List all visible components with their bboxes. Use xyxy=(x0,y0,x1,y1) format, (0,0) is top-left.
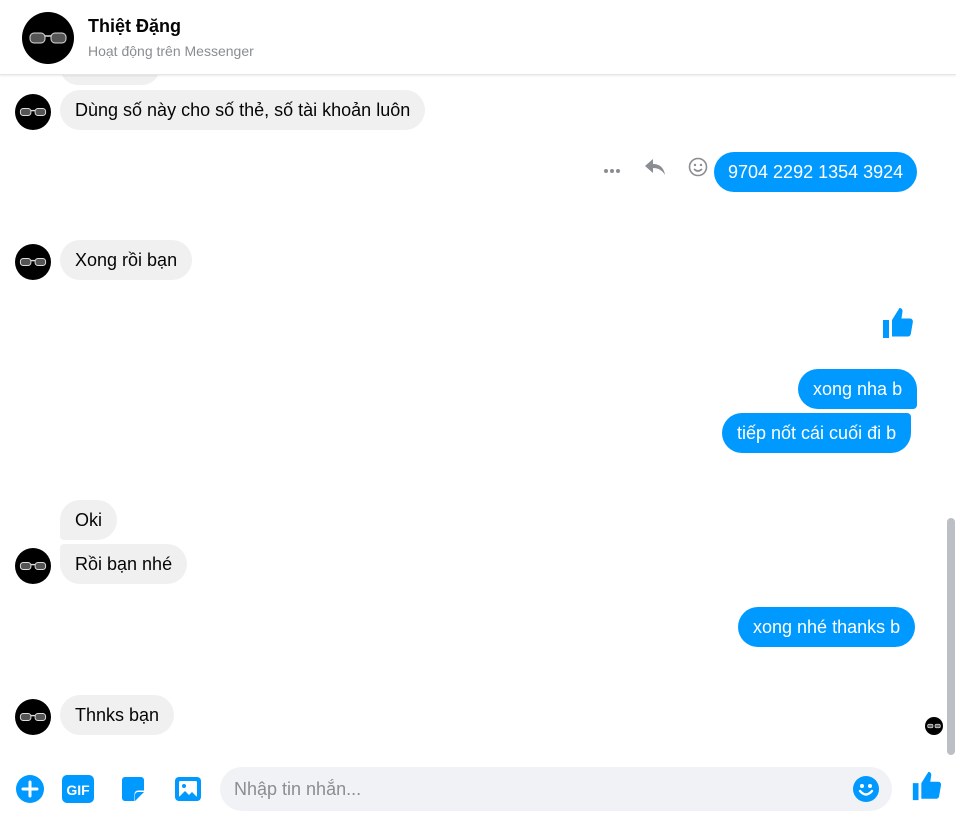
emoji-icon[interactable] xyxy=(852,775,880,803)
sender-avatar[interactable] xyxy=(15,548,51,584)
message-bubble-outgoing[interactable]: tiếp nốt cái cuối đi b xyxy=(722,413,912,453)
like-sticker[interactable] xyxy=(880,305,916,346)
message-bubble-outgoing[interactable]: 9704 2292 1354 3924 xyxy=(714,152,918,192)
contact-avatar[interactable] xyxy=(22,12,74,64)
thumbs-up-icon xyxy=(912,771,942,801)
message-bubble-incoming[interactable]: Oki xyxy=(60,500,117,540)
chat-header: Thiệt Đặng Hoạt động trên Messenger xyxy=(0,0,956,75)
sunglasses-icon xyxy=(29,32,67,44)
plus-icon[interactable] xyxy=(14,773,46,805)
message-bubble-outgoing[interactable]: xong nhé thanks b xyxy=(738,607,916,647)
sunglasses-icon xyxy=(19,562,47,570)
sunglasses-icon xyxy=(19,713,47,721)
sunglasses-icon xyxy=(927,723,941,729)
gif-icon[interactable]: GIF xyxy=(60,773,96,805)
message-input[interactable] xyxy=(234,767,844,811)
message-hover-actions xyxy=(590,157,719,182)
messenger-chat-window: Thiệt Đặng Hoạt động trên Messenger Dùng… xyxy=(0,0,956,818)
scrollbar-thumb[interactable] xyxy=(947,518,955,755)
sender-avatar[interactable] xyxy=(15,244,51,280)
message-input-container xyxy=(220,767,892,811)
sunglasses-icon xyxy=(19,258,47,266)
sticker-icon[interactable] xyxy=(117,773,149,805)
contact-status: Hoạt động trên Messenger xyxy=(88,43,254,59)
message-scrollbar[interactable] xyxy=(946,75,956,755)
message-list[interactable]: Dùng số này cho số thẻ, số tài khoản luô… xyxy=(0,75,946,755)
message-bubble-incoming[interactable]: Xong rồi bạn xyxy=(60,240,193,280)
reply-icon[interactable] xyxy=(633,158,676,181)
sender-avatar[interactable] xyxy=(15,94,51,130)
gif-label: GIF xyxy=(66,782,90,798)
sender-avatar[interactable] xyxy=(15,699,51,735)
message-bubble-incoming[interactable]: Thnks bạn xyxy=(60,695,175,735)
send-like-button[interactable] xyxy=(910,769,944,808)
seen-indicator-avatar xyxy=(925,717,943,735)
more-icon[interactable] xyxy=(590,161,633,179)
message-composer: GIF xyxy=(0,755,956,818)
sunglasses-icon xyxy=(19,108,47,116)
thumbs-up-icon xyxy=(883,308,913,338)
message-bubble-incoming[interactable]: Dùng số này cho số thẻ, số tài khoản luô… xyxy=(60,90,426,130)
react-icon[interactable] xyxy=(676,157,719,182)
message-bubble-outgoing[interactable]: xong nha b xyxy=(798,369,918,409)
image-icon[interactable] xyxy=(172,773,204,805)
contact-name[interactable]: Thiệt Đặng xyxy=(88,16,181,37)
message-bubble-incoming[interactable]: Rồi bạn nhé xyxy=(60,544,188,584)
message-bubble-partial xyxy=(60,75,160,85)
